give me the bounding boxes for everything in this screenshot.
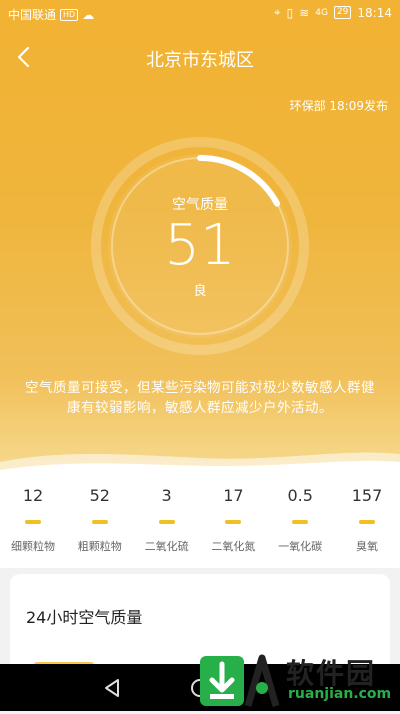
clock: 18:14 — [357, 5, 392, 20]
pollutant-list: 12 细颗粒物 52 粗颗粒物 3 二氧化硫 17 二氧化氮 0.5 一氧化碳 157 臭氧 — [0, 470, 400, 568]
pollutant-level-bar — [91, 520, 108, 524]
weather-icon: ☁ — [82, 7, 95, 22]
title-bar: 北京市东城区 — [0, 38, 400, 78]
page-title: 北京市东城区 — [146, 50, 254, 71]
pollutant-name: 二氧化氮 — [211, 540, 256, 553]
watermark-url: ruanjian.com — [288, 686, 392, 702]
watermark-logo: 软件园 ruanjian.com — [196, 650, 396, 710]
wifi-icon: ≋ — [299, 5, 310, 20]
vibrate-icon: ▯ — [286, 5, 294, 20]
hd-badge: HD — [60, 8, 79, 21]
pollutant-level-bar — [292, 520, 309, 524]
pollutant-item[interactable]: 157 臭氧 — [334, 470, 400, 568]
aqi-value: 51 — [164, 213, 236, 278]
aqi-gauge: 空气质量 51 良 — [90, 136, 310, 356]
pollutant-name: 粗颗粒物 — [77, 540, 122, 553]
pollutant-item[interactable]: 3 二氧化硫 — [134, 470, 200, 568]
status-bar: 中国联通 HD ☁ ⌖ ▯ ≋ 4G 29 18:14 — [0, 0, 400, 26]
pollutant-item[interactable]: 12 细颗粒物 — [0, 470, 66, 568]
pollutant-item[interactable]: 0.5 一氧化碳 — [267, 470, 333, 568]
signal-label: 4G — [315, 7, 328, 18]
aqi-description: 空气质量可接受，但某些污染物可能对极少数敏感人群健康有较弱影响，敏感人群应减少户… — [25, 380, 375, 416]
pollutant-level-bar — [158, 520, 175, 524]
pollutant-name: 二氧化硫 — [144, 540, 189, 553]
battery-icon: 29 — [333, 6, 352, 19]
pollutant-value: 157 — [351, 486, 383, 505]
pollutant-level-bar — [25, 520, 41, 524]
pollutant-item[interactable]: 52 粗颗粒物 — [67, 470, 133, 568]
pollutant-value: 3 — [161, 486, 172, 505]
location-icon: ⌖ — [273, 5, 281, 19]
aqi-label: 空气质量 — [172, 197, 228, 213]
back-nav-icon[interactable] — [100, 676, 124, 700]
pollutant-value: 0.5 — [287, 486, 313, 505]
pollutant-name: 臭氧 — [355, 540, 378, 553]
download-logo-icon — [200, 654, 280, 707]
wave-divider — [0, 452, 400, 470]
pollutant-level-bar — [358, 520, 375, 524]
aqi-level: 良 — [193, 284, 207, 299]
pollutant-name: 一氧化碳 — [278, 540, 323, 553]
pollutant-level-bar — [225, 520, 242, 524]
card-title: 24小时空气质量 — [26, 608, 143, 627]
hero-panel: 中国联通 HD ☁ ⌖ ▯ ≋ 4G 29 18:14 北京市东城区 环保部 1… — [0, 0, 400, 470]
pollutant-value: 17 — [223, 486, 244, 505]
carrier-label: 中国联通 — [8, 8, 57, 22]
pollutant-item[interactable]: 17 二氧化氮 — [200, 470, 266, 568]
pollutant-value: 12 — [22, 486, 44, 505]
pollutant-value: 52 — [89, 486, 110, 505]
pollutant-name: 细颗粒物 — [11, 540, 55, 553]
publish-info: 环保部 18:09发布 — [289, 99, 388, 113]
